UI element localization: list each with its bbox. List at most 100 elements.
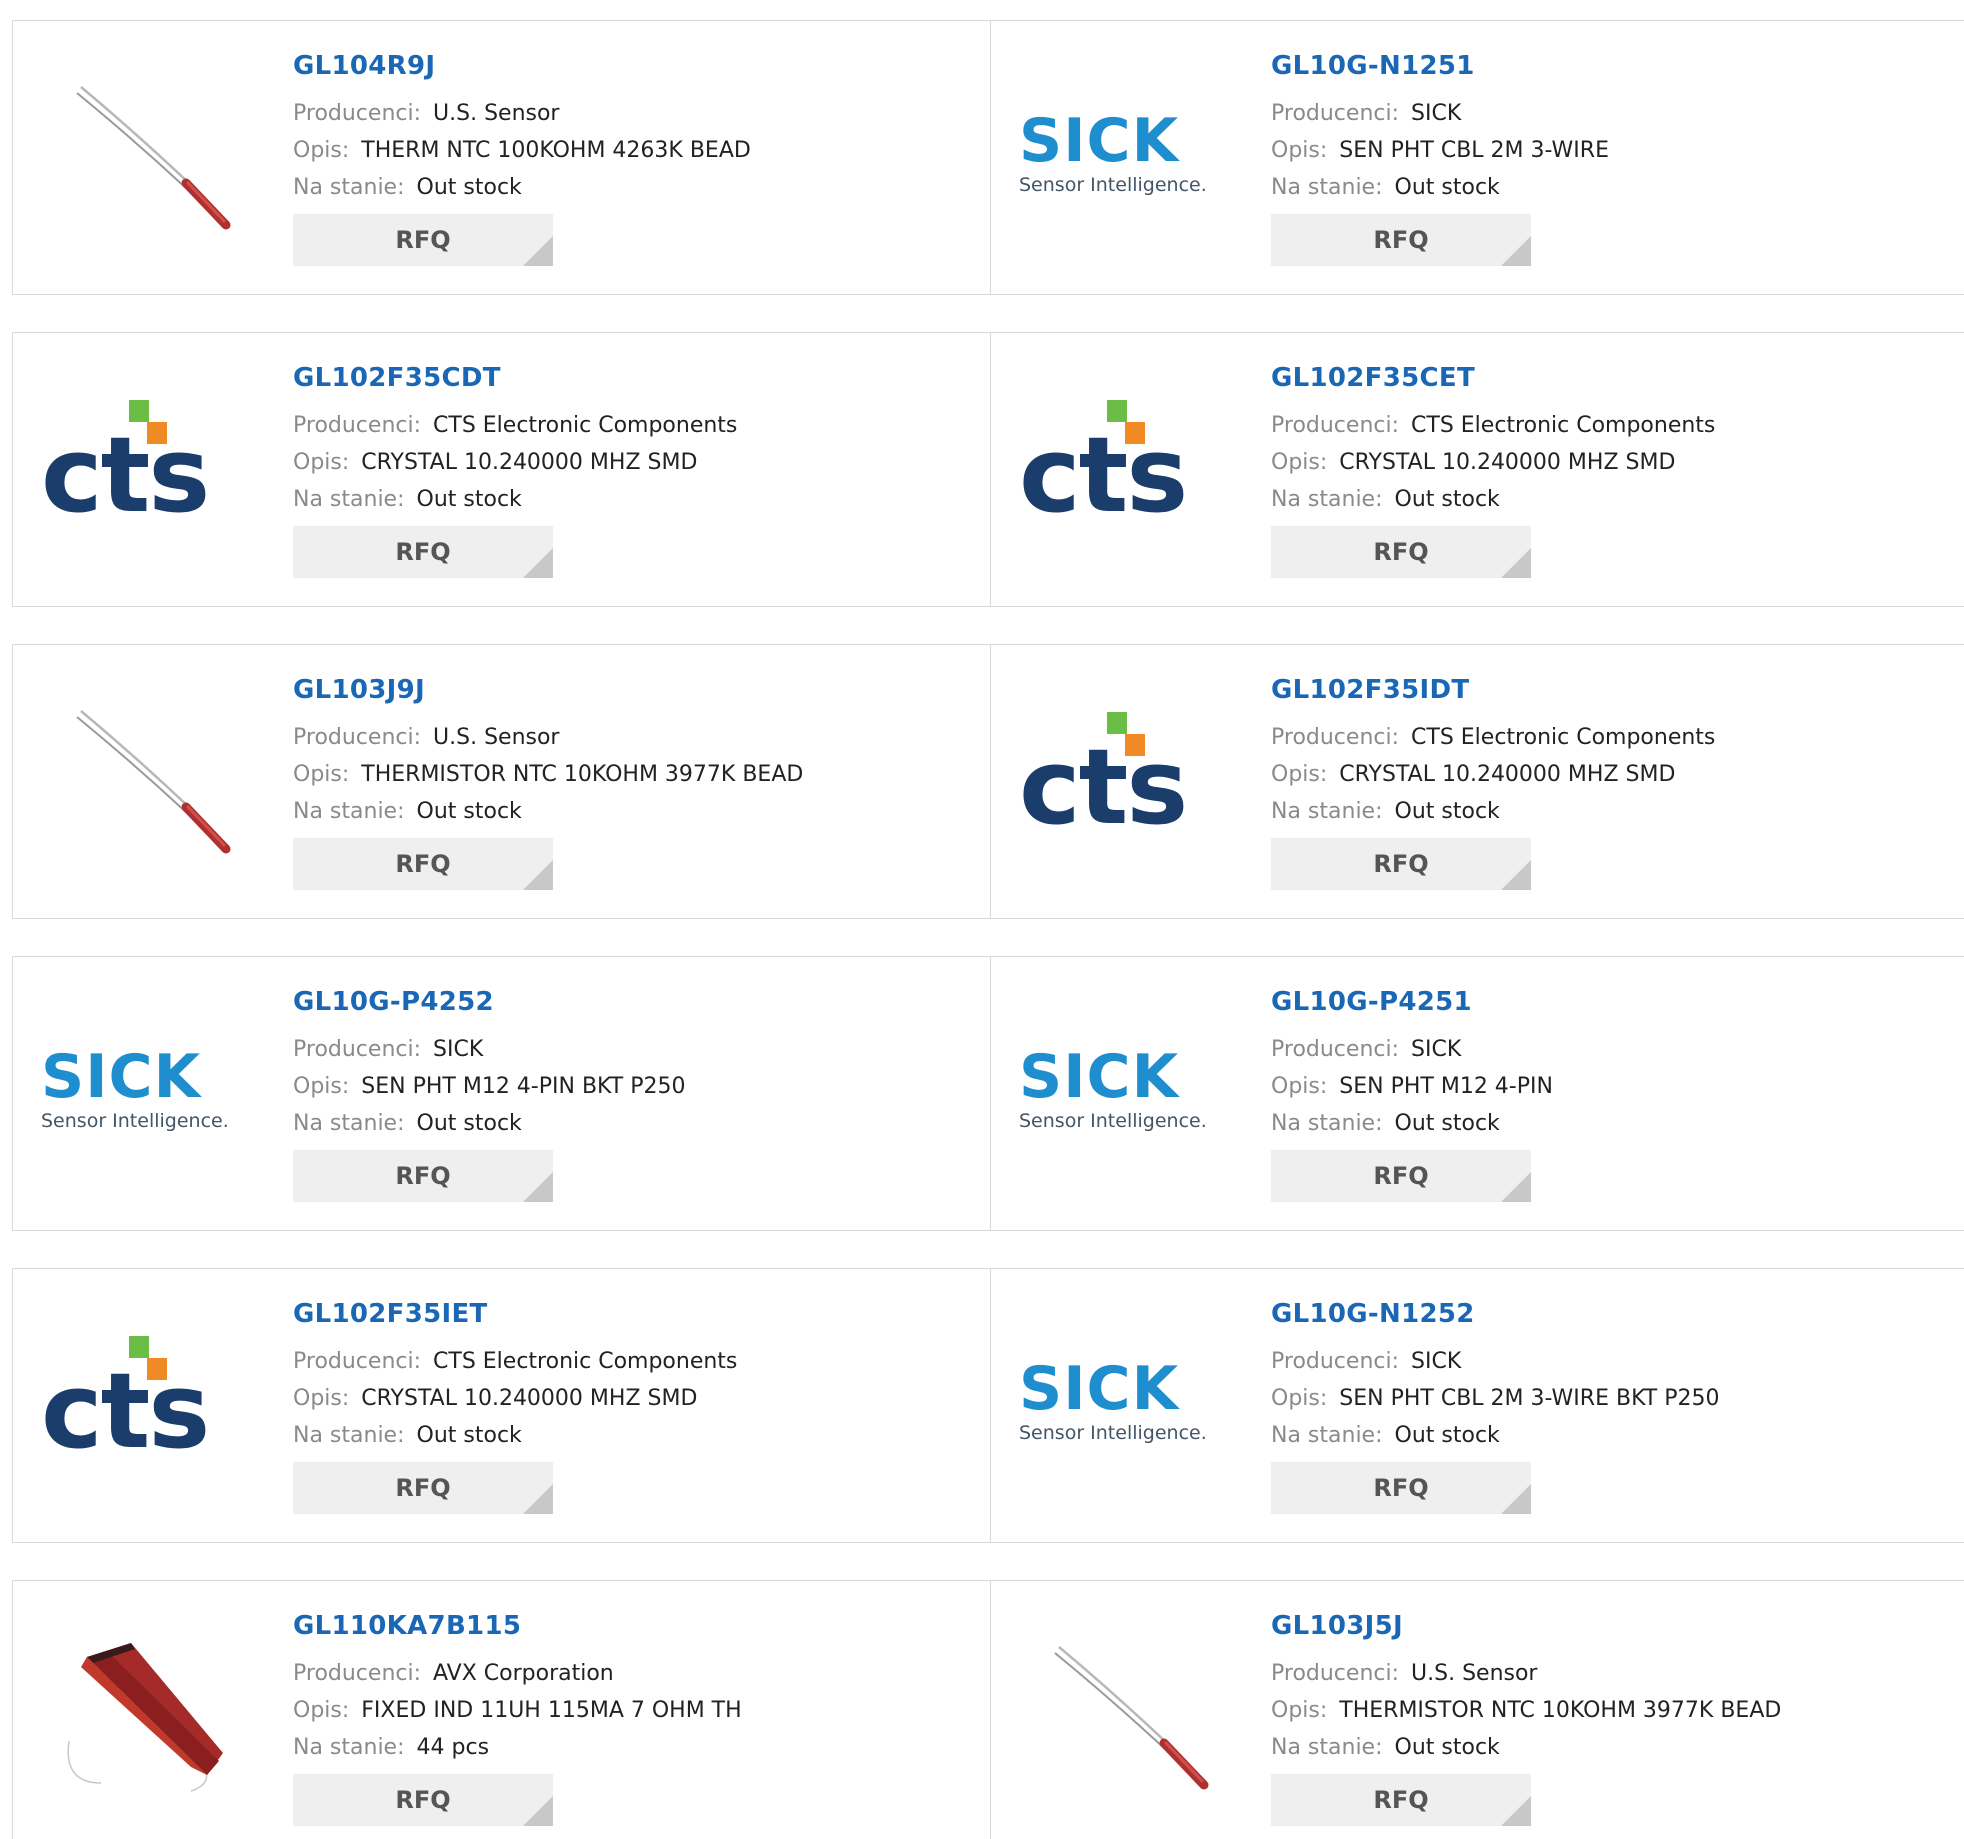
product-card: SICK Sensor Intelligence. GL10G-N1252 Pro… (991, 1269, 1964, 1542)
cts-logo-word: cts (41, 1350, 210, 1472)
rfq-button[interactable]: RFQ (293, 1462, 553, 1514)
part-number-link[interactable]: GL103J5J (1271, 1611, 1781, 1641)
thermistor-bead-image[interactable] (1019, 1633, 1219, 1793)
rfq-button[interactable]: RFQ (293, 1150, 553, 1202)
description-value: THERM NTC 100KOHM 4263K BEAD (361, 138, 751, 163)
stock-value: Out stock (416, 799, 522, 824)
sick-logo[interactable]: SICK Sensor Intelligence. (1019, 1321, 1219, 1481)
product-row: cts GL102F35IET Producenci: CTS Electroni… (12, 1268, 1964, 1543)
description-value: THERMISTOR NTC 10KOHM 3977K BEAD (361, 762, 804, 787)
manufacturer-value: CTS Electronic Components (433, 413, 738, 438)
part-number-link[interactable]: GL102F35CET (1271, 363, 1715, 393)
thermistor-bead-image[interactable] (41, 73, 241, 233)
manufacturer-label: Producenci: (293, 725, 422, 750)
product-card: GL104R9J Producenci: U.S. Sensor Opis: THE… (13, 21, 991, 294)
part-number-link[interactable]: GL10G-P4251 (1271, 987, 1553, 1017)
part-number-link[interactable]: GL10G-N1251 (1271, 51, 1609, 81)
cts-logo[interactable]: cts (41, 1321, 241, 1481)
sick-logo[interactable]: SICK Sensor Intelligence. (1019, 1009, 1219, 1169)
product-card: GL103J9J Producenci: U.S. Sensor Opis: THE… (13, 645, 991, 918)
manufacturer-value: CTS Electronic Components (1411, 725, 1716, 750)
description-label: Opis: (1271, 450, 1328, 475)
rfq-button[interactable]: RFQ (293, 214, 553, 266)
stock-label: Na stanie: (1271, 1735, 1383, 1760)
description-label: Opis: (293, 450, 350, 475)
stock-value: Out stock (1394, 799, 1500, 824)
rfq-button[interactable]: RFQ (1271, 1774, 1531, 1826)
sick-logo[interactable]: SICK Sensor Intelligence. (41, 1009, 241, 1169)
rfq-button[interactable]: RFQ (1271, 526, 1531, 578)
description-value: CRYSTAL 10.240000 MHZ SMD (1339, 762, 1676, 787)
sick-logo-word: SICK (1019, 1042, 1180, 1112)
cts-logo[interactable]: cts (41, 385, 241, 545)
rfq-button[interactable]: RFQ (1271, 838, 1531, 890)
stock-value: Out stock (416, 487, 522, 512)
stock-value: Out stock (1394, 487, 1500, 512)
description-value: THERMISTOR NTC 10KOHM 3977K BEAD (1339, 1698, 1782, 1723)
sick-logo-tagline: Sensor Intelligence. (1019, 174, 1207, 196)
stock-label: Na stanie: (293, 1423, 405, 1448)
sick-logo-word: SICK (1019, 1354, 1180, 1424)
description-label: Opis: (1271, 1698, 1328, 1723)
part-number-link[interactable]: GL103J9J (293, 675, 803, 705)
manufacturer-value: SICK (1411, 1037, 1462, 1062)
rfq-button[interactable]: RFQ (1271, 1462, 1531, 1514)
manufacturer-label: Producenci: (293, 101, 422, 126)
cts-logo-word: cts (1019, 414, 1188, 536)
product-card: GL110KA7B115 Producenci: AVX Corporation … (13, 1581, 991, 1839)
part-number-link[interactable]: GL102F35IET (293, 1299, 737, 1329)
description-label: Opis: (293, 1074, 350, 1099)
sick-logo[interactable]: SICK Sensor Intelligence. (1019, 73, 1219, 233)
manufacturer-label: Producenci: (1271, 101, 1400, 126)
description-value: SEN PHT CBL 2M 3-WIRE (1339, 138, 1609, 163)
product-card: cts GL102F35CDT Producenci: CTS Electroni… (13, 333, 991, 606)
product-card: SICK Sensor Intelligence. GL10G-N1251 Pro… (991, 21, 1964, 294)
stock-label: Na stanie: (293, 1735, 405, 1760)
manufacturer-value: SICK (1411, 1349, 1462, 1374)
description-value: SEN PHT M12 4-PIN BKT P250 (361, 1074, 686, 1099)
stock-label: Na stanie: (1271, 1423, 1383, 1448)
stock-label: Na stanie: (293, 175, 405, 200)
description-value: SEN PHT M12 4-PIN (1339, 1074, 1553, 1099)
product-row: cts GL102F35CDT Producenci: CTS Electroni… (12, 332, 1964, 607)
sick-logo-tagline: Sensor Intelligence. (1019, 1422, 1207, 1444)
part-number-link[interactable]: GL10G-P4252 (293, 987, 685, 1017)
product-row: GL110KA7B115 Producenci: AVX Corporation … (12, 1580, 1964, 1839)
part-number-link[interactable]: GL110KA7B115 (293, 1611, 742, 1641)
description-label: Opis: (293, 762, 350, 787)
thermistor-bead-image[interactable] (41, 697, 241, 857)
inductor-image[interactable] (41, 1633, 241, 1793)
description-label: Opis: (293, 138, 350, 163)
part-number-link[interactable]: GL10G-N1252 (1271, 1299, 1719, 1329)
rfq-button[interactable]: RFQ (1271, 1150, 1531, 1202)
stock-label: Na stanie: (293, 1111, 405, 1136)
cts-logo[interactable]: cts (1019, 697, 1219, 857)
description-label: Opis: (1271, 1386, 1328, 1411)
part-number-link[interactable]: GL104R9J (293, 51, 751, 81)
rfq-button[interactable]: RFQ (293, 526, 553, 578)
stock-label: Na stanie: (1271, 1111, 1383, 1136)
stock-value: Out stock (416, 1111, 522, 1136)
stock-label: Na stanie: (1271, 799, 1383, 824)
rfq-button[interactable]: RFQ (293, 1774, 553, 1826)
description-value: CRYSTAL 10.240000 MHZ SMD (1339, 450, 1676, 475)
part-number-link[interactable]: GL102F35IDT (1271, 675, 1715, 705)
description-label: Opis: (1271, 138, 1328, 163)
description-label: Opis: (1271, 1074, 1328, 1099)
description-label: Opis: (293, 1386, 350, 1411)
sick-logo-word: SICK (1019, 106, 1180, 176)
manufacturer-value: SICK (433, 1037, 484, 1062)
manufacturer-value: SICK (1411, 101, 1462, 126)
product-row: GL104R9J Producenci: U.S. Sensor Opis: THE… (12, 20, 1964, 295)
description-value: CRYSTAL 10.240000 MHZ SMD (361, 450, 698, 475)
rfq-button[interactable]: RFQ (1271, 214, 1531, 266)
product-row: SICK Sensor Intelligence. GL10G-P4252 Pro… (12, 956, 1964, 1231)
manufacturer-value: AVX Corporation (433, 1661, 614, 1686)
description-label: Opis: (1271, 762, 1328, 787)
manufacturer-label: Producenci: (293, 413, 422, 438)
rfq-button[interactable]: RFQ (293, 838, 553, 890)
part-number-link[interactable]: GL102F35CDT (293, 363, 737, 393)
stock-label: Na stanie: (293, 487, 405, 512)
manufacturer-value: U.S. Sensor (433, 101, 560, 126)
cts-logo[interactable]: cts (1019, 385, 1219, 545)
